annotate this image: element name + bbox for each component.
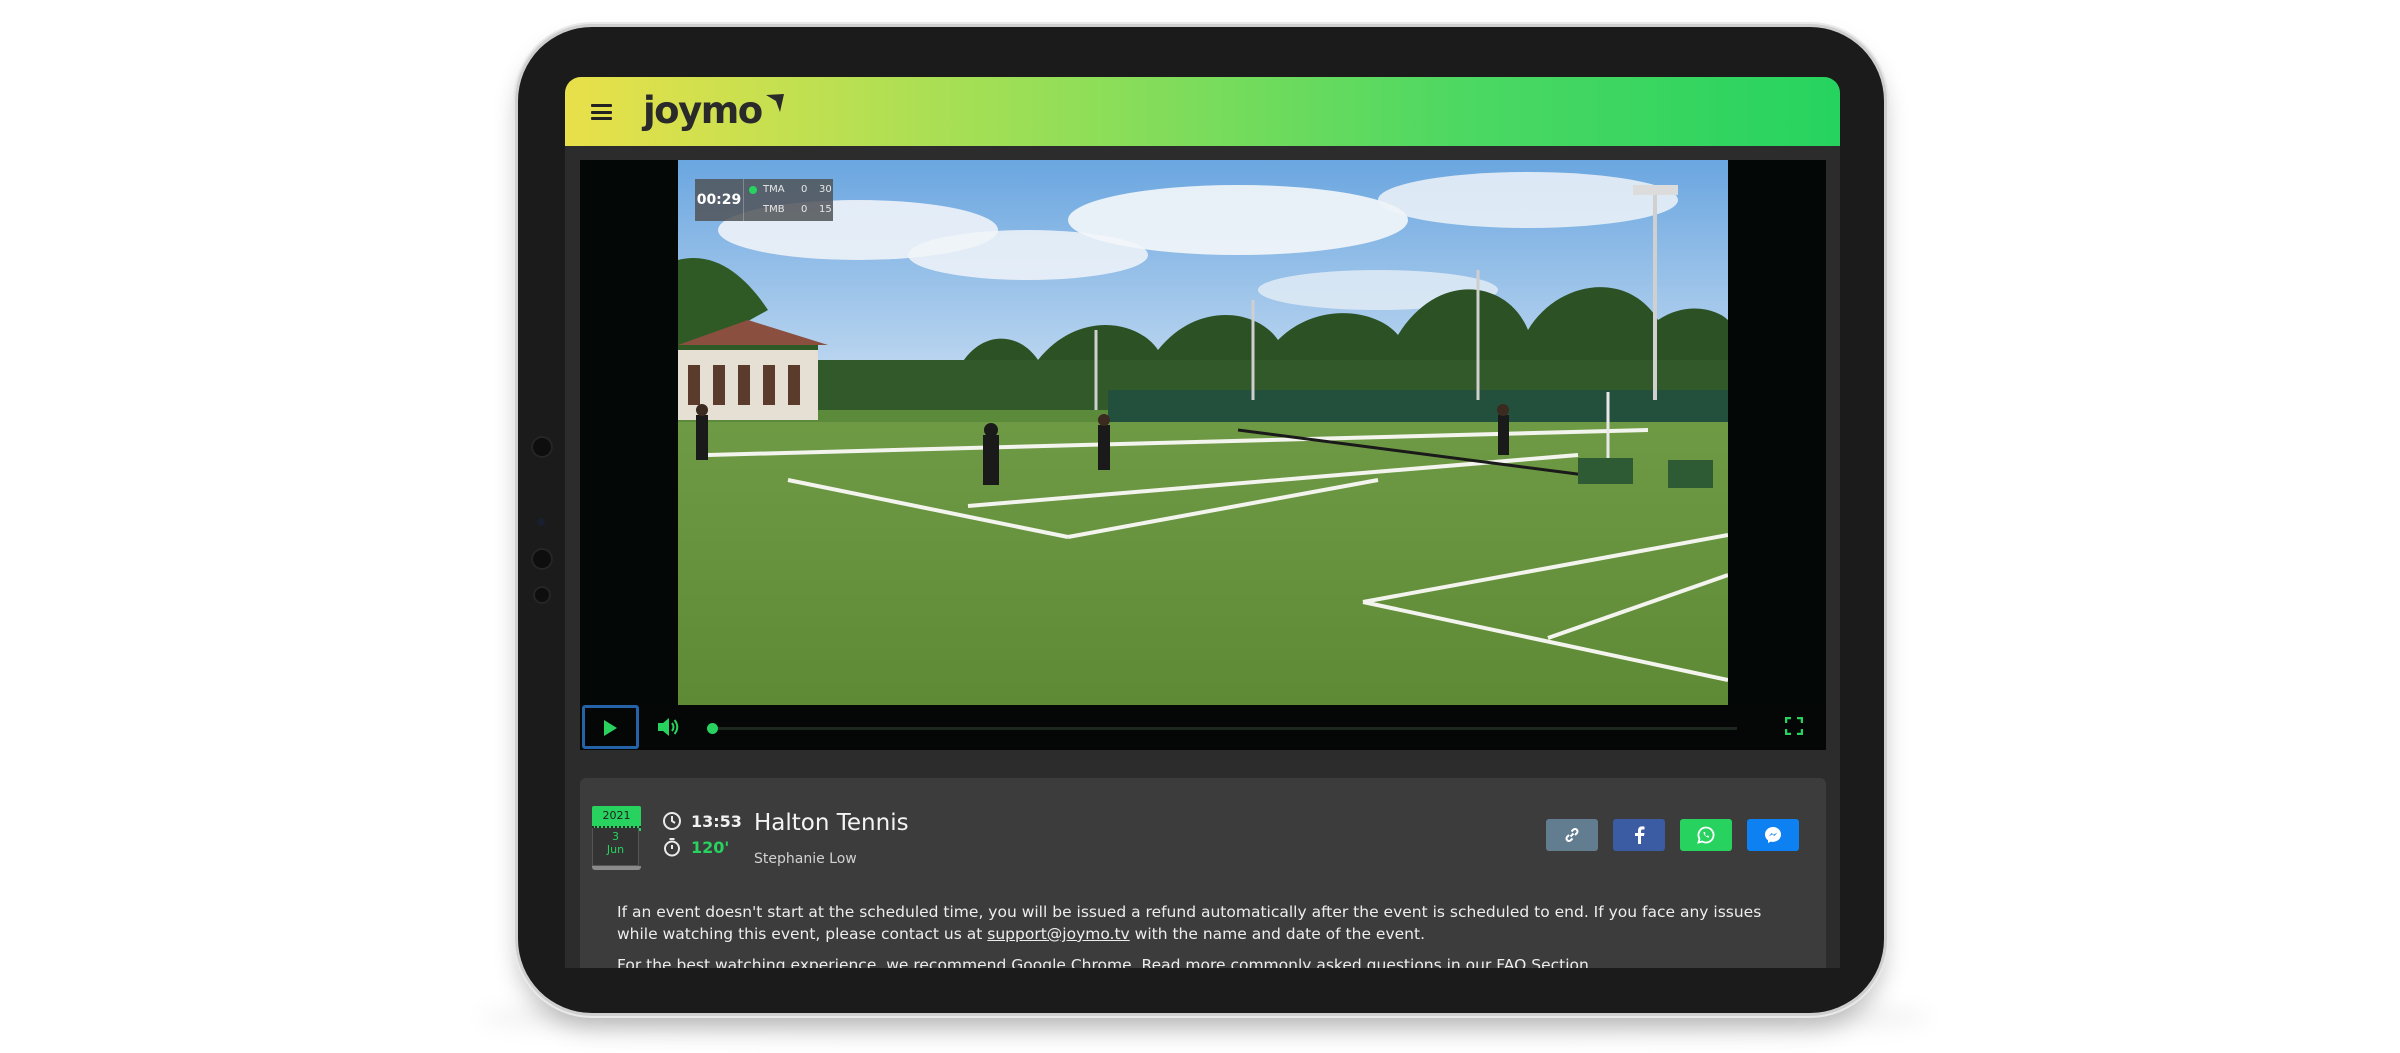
app-header: joymo [565,77,1840,146]
scoreboard-overlay: 00:29 TMA 0 30 TMB 0 15 [695,179,833,221]
volume-icon [658,718,679,736]
refund-notice: If an event doesn't start at the schedul… [617,901,1797,945]
team-name: TMB [763,204,785,215]
clock-icon [663,812,681,830]
tennis-court-scene [678,160,1728,705]
stopwatch-icon [664,838,680,857]
notice-text-after: with the name and date of the event. [1129,925,1425,943]
share-facebook-button[interactable] [1613,819,1665,851]
games-score: 0 [801,184,808,195]
event-title: Halton Tennis [754,810,909,836]
video-frame[interactable]: 00:29 TMA 0 30 TMB 0 15 [678,160,1728,705]
copy-link-button[interactable] [1546,819,1598,851]
support-email-link[interactable]: support@joymo.tv [987,925,1129,943]
whatsapp-icon [1697,826,1715,844]
event-info-panel: 2021 3 Jun 13:53 120' Halton Tennis Step… [580,778,1826,968]
match-clock: 00:29 [695,179,744,221]
progress-bar[interactable] [707,723,1737,734]
app-screen: joymo 00:29 TMA 0 30 TMB 0 15 2021 3 Jun… [565,77,1840,968]
start-time: 13:53 [662,811,742,831]
duration: 120' [662,837,729,857]
date-badge: 2021 3 Jun [592,806,641,870]
points-score: 30 [819,184,832,195]
score-row-team-b: TMB 0 15 [747,200,832,220]
brand-wordmark: joymo [643,88,763,132]
date-year: 2021 [592,806,641,826]
serve-indicator-icon [749,186,757,194]
fullscreen-icon [1784,716,1804,736]
camera-lens [537,518,545,526]
brand-logo[interactable]: joymo [643,87,786,133]
team-name: TMA [763,184,785,195]
score-row-team-a: TMA 0 30 [747,180,832,200]
calendar-base [592,866,641,870]
browser-recommendation: For the best watching experience, we rec… [617,956,1594,968]
video-player: 00:29 TMA 0 30 TMB 0 15 [580,160,1826,750]
player-controls [580,705,1826,750]
duration-value: 120' [691,837,730,857]
progress-thumb[interactable] [707,723,718,734]
start-time-value: 13:53 [691,811,742,831]
share-whatsapp-button[interactable] [1680,819,1732,851]
share-messenger-button[interactable] [1747,819,1799,851]
bezel-button-middle [531,548,553,570]
hamburger-icon[interactable] [591,104,612,120]
brand-arrow-icon [765,94,784,112]
date-month: Jun [606,843,625,856]
fullscreen-button[interactable] [1784,716,1804,739]
games-score: 0 [801,204,808,215]
play-icon [604,720,617,736]
event-organizer: Stephanie Low [754,851,857,867]
bezel-button-top [531,436,553,458]
play-button[interactable] [582,705,639,749]
points-score: 15 [819,204,832,215]
date-day: 3 [612,830,619,843]
link-icon [1565,828,1579,842]
facebook-icon [1635,826,1645,844]
messenger-icon [1765,827,1781,843]
bezel-button-bottom [533,586,551,604]
date-day-month: 3 Jun [592,828,639,866]
volume-button[interactable] [656,716,680,742]
